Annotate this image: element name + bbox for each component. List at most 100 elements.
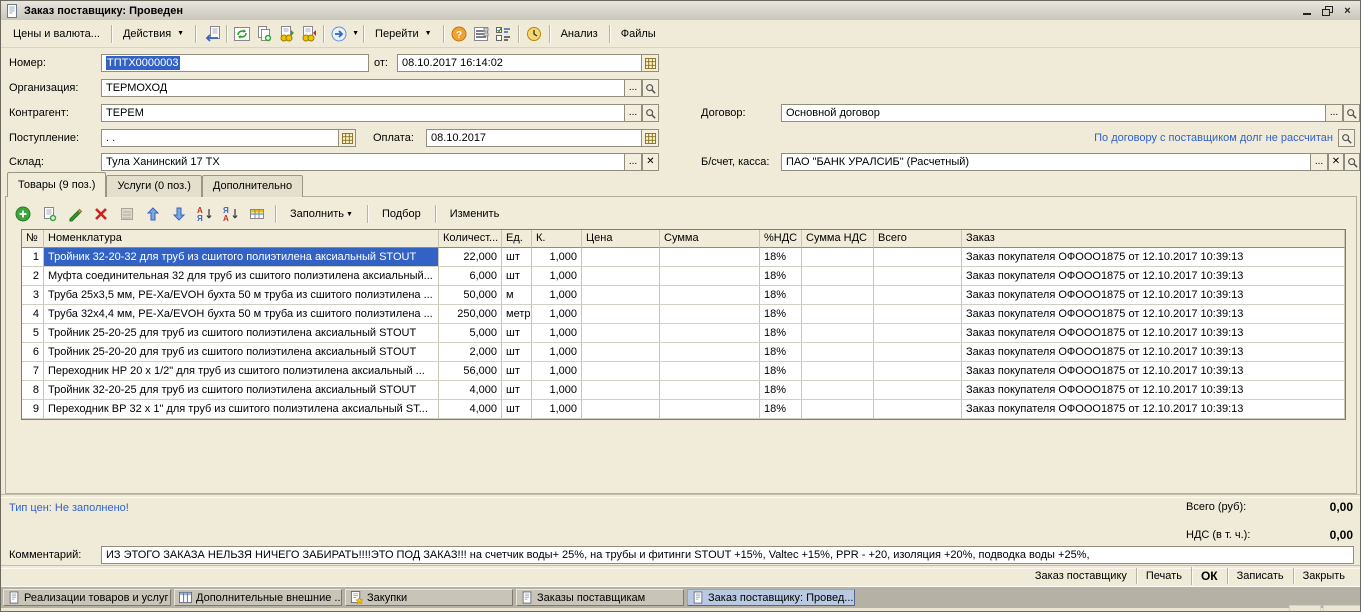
cell-total[interactable] bbox=[874, 362, 962, 381]
cell-k[interactable]: 1,000 bbox=[532, 362, 582, 381]
cell-qty[interactable]: 50,000 bbox=[439, 286, 502, 305]
cell-name[interactable]: Тройник 32-20-32 для труб из сшитого пол… bbox=[44, 248, 439, 267]
cell-total[interactable] bbox=[874, 305, 962, 324]
cell-num[interactable]: 5 bbox=[22, 324, 44, 343]
cell-vat_sum[interactable] bbox=[802, 381, 874, 400]
sort-asc-icon[interactable]: АЯ bbox=[193, 203, 217, 225]
files-button[interactable]: Файлы bbox=[614, 25, 663, 43]
refresh-icon[interactable] bbox=[231, 24, 253, 44]
repost-document-icon[interactable] bbox=[200, 24, 222, 44]
cell-order[interactable]: Заказ покупателя ОФООО1875 от 12.10.2017… bbox=[962, 362, 1345, 381]
cell-sum[interactable] bbox=[660, 305, 760, 324]
cell-sum[interactable] bbox=[660, 343, 760, 362]
goto-menu-button[interactable]: Перейти▼ bbox=[368, 25, 439, 43]
table-row[interactable]: 4Труба 32х4,4 мм, PE-Xa/EVOH бухта 50 м … bbox=[22, 305, 1345, 324]
cell-sum[interactable] bbox=[660, 400, 760, 419]
table-row[interactable]: 5Тройник 25-20-25 для труб из сшитого по… bbox=[22, 324, 1345, 343]
account-clear-button[interactable]: ✕ bbox=[1328, 153, 1344, 171]
post-document-icon[interactable] bbox=[275, 24, 297, 44]
tab-0[interactable]: Товары (9 поз.) bbox=[7, 172, 106, 197]
contractor-magnifier-button[interactable] bbox=[642, 104, 659, 122]
cell-unit[interactable]: шт bbox=[502, 324, 532, 343]
sort-desc-icon[interactable]: ЯА bbox=[219, 203, 243, 225]
cell-sum[interactable] bbox=[660, 267, 760, 286]
cell-k[interactable]: 1,000 bbox=[532, 267, 582, 286]
cell-sum[interactable] bbox=[660, 324, 760, 343]
contractor-input[interactable]: ТЕРЕМ bbox=[101, 104, 625, 122]
contract-ellipsis-button[interactable]: ... bbox=[1325, 104, 1343, 122]
add-row-icon[interactable] bbox=[11, 203, 35, 225]
prices-grid-icon[interactable] bbox=[245, 203, 269, 225]
footer-button-4[interactable]: Закрыть bbox=[1293, 568, 1354, 584]
cell-total[interactable] bbox=[874, 267, 962, 286]
cell-price[interactable] bbox=[582, 248, 660, 267]
edit-row-icon[interactable] bbox=[63, 203, 87, 225]
table-row[interactable]: 8Тройник 32-20-25 для труб из сшитого по… bbox=[22, 381, 1345, 400]
cell-order[interactable]: Заказ покупателя ОФООО1875 от 12.10.2017… bbox=[962, 267, 1345, 286]
table-row[interactable]: 7Переходник НР 20 х 1/2" для труб из сши… bbox=[22, 362, 1345, 381]
contractor-ellipsis-button[interactable]: ... bbox=[624, 104, 642, 122]
cell-name[interactable]: Тройник 32-20-25 для труб из сшитого пол… bbox=[44, 381, 439, 400]
move-down-icon[interactable] bbox=[167, 203, 191, 225]
cell-order[interactable]: Заказ покупателя ОФООО1875 от 12.10.2017… bbox=[962, 381, 1345, 400]
cell-num[interactable]: 4 bbox=[22, 305, 44, 324]
copy-document-icon[interactable] bbox=[253, 24, 275, 44]
organization-magnifier-button[interactable] bbox=[642, 79, 659, 97]
cell-name[interactable]: Переходник ВР 32 х 1" для труб из сшитог… bbox=[44, 400, 439, 419]
chevron-down-icon[interactable]: ▼ bbox=[352, 30, 359, 37]
prices-currency-button[interactable]: Цены и валюта... bbox=[6, 25, 107, 43]
cell-qty[interactable]: 6,000 bbox=[439, 267, 502, 286]
taskbar-tab-0[interactable]: Реализации товаров и услуг bbox=[3, 589, 171, 606]
cell-unit[interactable]: шт bbox=[502, 400, 532, 419]
cell-sum[interactable] bbox=[660, 286, 760, 305]
cell-vat[interactable]: 18% bbox=[760, 305, 802, 324]
supplier-debt-link[interactable]: По договору с поставщиком долг не рассчи… bbox=[1046, 129, 1333, 147]
cell-qty[interactable]: 2,000 bbox=[439, 343, 502, 362]
cell-qty[interactable]: 250,000 bbox=[439, 305, 502, 324]
restore-button[interactable] bbox=[1319, 4, 1336, 18]
cell-k[interactable]: 1,000 bbox=[532, 381, 582, 400]
cell-order[interactable]: Заказ покупателя ОФООО1875 от 12.10.2017… bbox=[962, 248, 1345, 267]
cell-total[interactable] bbox=[874, 381, 962, 400]
tab-1[interactable]: Услуги (0 поз.) bbox=[106, 175, 201, 197]
comment-input[interactable]: ИЗ ЭТОГО ЗАКАЗА НЕЛЬЗЯ НИЧЕГО ЗАБИРАТЬ!!… bbox=[101, 546, 1354, 564]
open-related-icon[interactable] bbox=[328, 24, 350, 44]
cell-price[interactable] bbox=[582, 324, 660, 343]
cell-num[interactable]: 7 bbox=[22, 362, 44, 381]
cell-unit[interactable]: м bbox=[502, 286, 532, 305]
cell-name[interactable]: Труба 32х4,4 мм, PE-Xa/EVOH бухта 50 м т… bbox=[44, 305, 439, 324]
cell-vat_sum[interactable] bbox=[802, 248, 874, 267]
organization-input[interactable]: ТЕРМОХОД bbox=[101, 79, 625, 97]
delete-row-icon[interactable] bbox=[89, 203, 113, 225]
cell-vat[interactable]: 18% bbox=[760, 343, 802, 362]
cell-k[interactable]: 1,000 bbox=[532, 343, 582, 362]
cell-qty[interactable]: 4,000 bbox=[439, 400, 502, 419]
cell-sum[interactable] bbox=[660, 381, 760, 400]
taskbar-tab-2[interactable]: Закупки bbox=[345, 589, 513, 606]
contract-input[interactable]: Основной договор bbox=[781, 104, 1326, 122]
cell-k[interactable]: 1,000 bbox=[532, 324, 582, 343]
minimize-button[interactable] bbox=[1299, 4, 1316, 18]
account-ellipsis-button[interactable]: ... bbox=[1310, 153, 1328, 171]
account-input[interactable]: ПАО "БАНК УРАЛСИБ" (Расчетный) bbox=[781, 153, 1311, 171]
cell-total[interactable] bbox=[874, 286, 962, 305]
checklist-icon[interactable] bbox=[492, 24, 514, 44]
cell-vat[interactable]: 18% bbox=[760, 286, 802, 305]
cell-qty[interactable]: 4,000 bbox=[439, 381, 502, 400]
cell-qty[interactable]: 5,000 bbox=[439, 324, 502, 343]
cell-total[interactable] bbox=[874, 400, 962, 419]
payment-calendar-button[interactable] bbox=[641, 129, 659, 147]
taskbar-tab-1[interactable]: Дополнительные внешние ... bbox=[174, 589, 342, 606]
cell-name[interactable]: Тройник 25-20-25 для труб из сшитого пол… bbox=[44, 324, 439, 343]
cell-unit[interactable]: шт bbox=[502, 343, 532, 362]
receipt-date-input[interactable]: . . bbox=[101, 129, 339, 147]
cell-price[interactable] bbox=[582, 267, 660, 286]
cell-num[interactable]: 6 bbox=[22, 343, 44, 362]
cell-price[interactable] bbox=[582, 286, 660, 305]
cell-sum[interactable] bbox=[660, 362, 760, 381]
cell-vat_sum[interactable] bbox=[802, 400, 874, 419]
account-magnifier-button[interactable] bbox=[1344, 153, 1360, 171]
cell-vat_sum[interactable] bbox=[802, 343, 874, 362]
cell-vat[interactable]: 18% bbox=[760, 362, 802, 381]
close-icon[interactable]: × bbox=[1339, 4, 1356, 18]
